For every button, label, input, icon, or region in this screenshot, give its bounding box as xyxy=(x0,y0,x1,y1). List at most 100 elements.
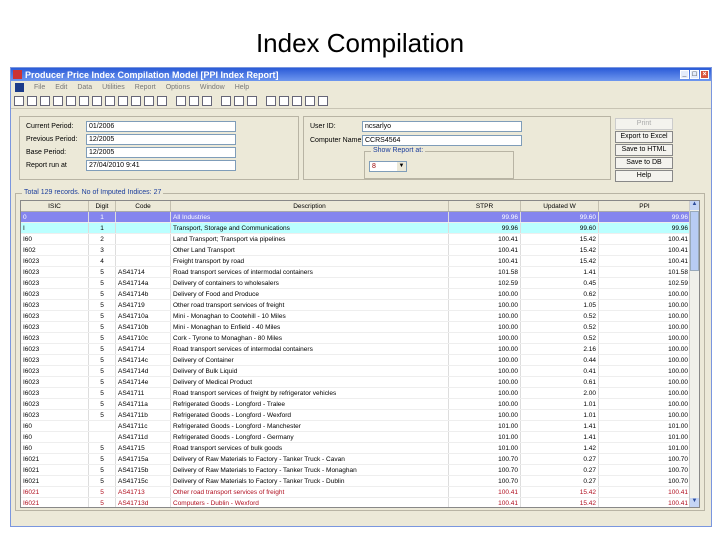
table-row[interactable]: I6023 5 AS41710a Mini - Monaghan to Cootehi… xyxy=(21,311,699,322)
cut-icon[interactable] xyxy=(105,95,115,106)
table-row[interactable]: I6023 5 AS41714d Delivery of Bulk Liquid 100… xyxy=(21,366,699,377)
table-row[interactable]: I6023 5 AS41710b Mini - Monaghan to Enfield… xyxy=(21,322,699,333)
scroll-up-icon[interactable]: ▲ xyxy=(690,201,699,210)
column-header-ppi[interactable]: PPI xyxy=(599,201,691,211)
copy-icon[interactable] xyxy=(118,95,128,106)
table-row[interactable]: I60 AS41711c Refrigerated Goods - Longford… xyxy=(21,421,699,432)
report-run-label: Report run at xyxy=(26,162,67,169)
cell-digit: 5 xyxy=(89,366,116,376)
table-row[interactable]: I6021 5 AS41713d Computers - Dublin - Wexfo… xyxy=(21,498,699,507)
tools-icon[interactable] xyxy=(266,95,276,106)
menu-window[interactable]: Window xyxy=(200,84,225,91)
table-row[interactable]: I60 AS41711d Refrigerated Goods - Longford… xyxy=(21,432,699,443)
cell-digit: 5 xyxy=(89,476,116,486)
cell-digit: 5 xyxy=(89,377,116,387)
filter-icon[interactable] xyxy=(53,95,63,106)
save-db-button[interactable]: Save to DB xyxy=(615,157,673,169)
separator-icon[interactable] xyxy=(79,95,89,106)
menu-help[interactable]: Help xyxy=(235,84,249,91)
print-icon[interactable] xyxy=(305,95,315,106)
table-row[interactable]: I6021 5 AS41713 Other road transport servic… xyxy=(21,487,699,498)
column-header-code[interactable]: Code xyxy=(116,201,171,211)
current-period-field[interactable]: 01/2006 xyxy=(86,121,236,132)
cell-code: AS41715b xyxy=(116,465,171,475)
table-row[interactable]: 0 1 All Industries 99.96 99.60 99.96 xyxy=(21,212,699,223)
column-header-updated-w[interactable]: Updated W xyxy=(521,201,599,211)
minimize-button[interactable]: _ xyxy=(680,70,689,79)
help-button[interactable]: Help xyxy=(615,170,673,182)
print-button[interactable]: Print xyxy=(615,118,673,130)
table-row[interactable]: I602 3 Other Land Transport 100.41 15.42 100.… xyxy=(21,245,699,256)
export-excel-button[interactable]: Export to Excel xyxy=(615,131,673,143)
user-icon[interactable] xyxy=(292,95,302,106)
table-row[interactable]: I6023 5 AS41711 Road transport services of … xyxy=(21,388,699,399)
menu-options[interactable]: Options xyxy=(166,84,190,91)
menu-file[interactable]: File xyxy=(34,84,45,91)
base-period-field[interactable]: 12/2005 xyxy=(86,147,236,158)
column-header-digit[interactable]: Digit xyxy=(89,201,116,211)
undo-icon[interactable] xyxy=(144,95,154,106)
export-icon[interactable] xyxy=(247,95,257,106)
table-row[interactable]: I6023 5 AS41714b Delivery of Food and Produ… xyxy=(21,289,699,300)
menu-utilities[interactable]: Utilities xyxy=(102,84,125,91)
new-icon[interactable] xyxy=(14,95,24,106)
column-header-stpr[interactable]: STPR xyxy=(449,201,521,211)
table-row[interactable]: I6023 5 AS41714 Road transport services of … xyxy=(21,344,699,355)
show-report-select[interactable]: 8 ▼ xyxy=(369,161,407,172)
table-row[interactable]: I60 2 Land Transport; Transport via pipeli… xyxy=(21,234,699,245)
table-row[interactable]: I6021 5 AS41715c Delivery of Raw Materials … xyxy=(21,476,699,487)
open-icon[interactable] xyxy=(27,95,37,106)
table-row[interactable]: I6021 5 AS41715a Delivery of Raw Materials … xyxy=(21,454,699,465)
table-row[interactable]: I 1 Transport, Storage and Communications 9… xyxy=(21,223,699,234)
table-row[interactable]: I6023 5 AS41711b Refrigerated Goods - Longf… xyxy=(21,410,699,421)
cell-isic: I6023 xyxy=(21,355,89,365)
cell-stpr: 100.00 xyxy=(449,289,521,299)
table-icon[interactable] xyxy=(202,95,212,106)
computer-name-field[interactable]: CCRS4564 xyxy=(362,135,522,146)
table-row[interactable]: I6023 5 AS41710c Cork - Tyrone to Monaghan … xyxy=(21,333,699,344)
chart-icon[interactable] xyxy=(221,95,231,106)
save-html-button[interactable]: Save to HTML xyxy=(615,144,673,156)
cell-description: Road transport services of bulk goods xyxy=(171,443,449,453)
close-button[interactable]: × xyxy=(700,70,709,79)
cell-description: Transport, Storage and Communications xyxy=(171,223,449,233)
report-run-field[interactable]: 27/04/2010 9:41 xyxy=(86,160,236,171)
scroll-down-icon[interactable]: ▼ xyxy=(690,498,699,507)
refresh-icon[interactable] xyxy=(189,95,199,106)
cell-updated-w: 2.00 xyxy=(521,388,599,398)
table-row[interactable]: I6023 5 AS41714e Delivery of Medical Produc… xyxy=(21,377,699,388)
table-row[interactable]: I6023 5 AS41711a Refrigerated Goods - Longf… xyxy=(21,399,699,410)
menu-data[interactable]: Data xyxy=(77,84,92,91)
table-row[interactable]: I6023 4 Freight transport by road 100.41 15.… xyxy=(21,256,699,267)
table-row[interactable]: I6023 5 AS41714 Road transport services of … xyxy=(21,267,699,278)
save-icon[interactable] xyxy=(40,95,50,106)
exit-icon[interactable] xyxy=(318,95,328,106)
cell-stpr: 100.00 xyxy=(449,388,521,398)
table-row[interactable]: I6021 5 AS41715b Delivery of Raw Materials … xyxy=(21,465,699,476)
delete-icon[interactable] xyxy=(92,95,102,106)
paste-icon[interactable] xyxy=(131,95,141,106)
scroll-thumb[interactable] xyxy=(690,211,699,271)
report-icon[interactable] xyxy=(157,95,167,106)
vertical-scrollbar[interactable]: ▲ ▼ xyxy=(689,201,699,507)
maximize-button[interactable]: □ xyxy=(690,70,699,79)
cell-code: AS41714d xyxy=(116,366,171,376)
door-icon[interactable] xyxy=(279,95,289,106)
table-row[interactable]: I6023 5 AS41719 Other road transport servic… xyxy=(21,300,699,311)
chevron-down-icon[interactable]: ▼ xyxy=(397,162,406,171)
cell-description: Refrigerated Goods - Longford - Manchest… xyxy=(171,421,449,431)
book-icon[interactable] xyxy=(234,95,244,106)
cell-ppi: 100.70 xyxy=(599,476,691,486)
user-id-field[interactable]: ncsarlyo xyxy=(362,121,522,132)
menu-report[interactable]: Report xyxy=(135,84,156,91)
column-header-description[interactable]: Description xyxy=(171,201,449,211)
menu-edit[interactable]: Edit xyxy=(55,84,67,91)
table-row[interactable]: I6023 5 AS41714a Delivery of containers to … xyxy=(21,278,699,289)
table-row[interactable]: I60 5 AS41715 Road transport services of bu… xyxy=(21,443,699,454)
edit-icon[interactable] xyxy=(66,95,76,106)
previous-period-field[interactable]: 12/2005 xyxy=(86,134,236,145)
calc-icon[interactable] xyxy=(176,95,186,106)
cell-digit: 4 xyxy=(89,256,116,266)
table-row[interactable]: I6023 5 AS41714c Delivery of Container 100.0… xyxy=(21,355,699,366)
column-header-isic[interactable]: ISIC xyxy=(21,201,89,211)
